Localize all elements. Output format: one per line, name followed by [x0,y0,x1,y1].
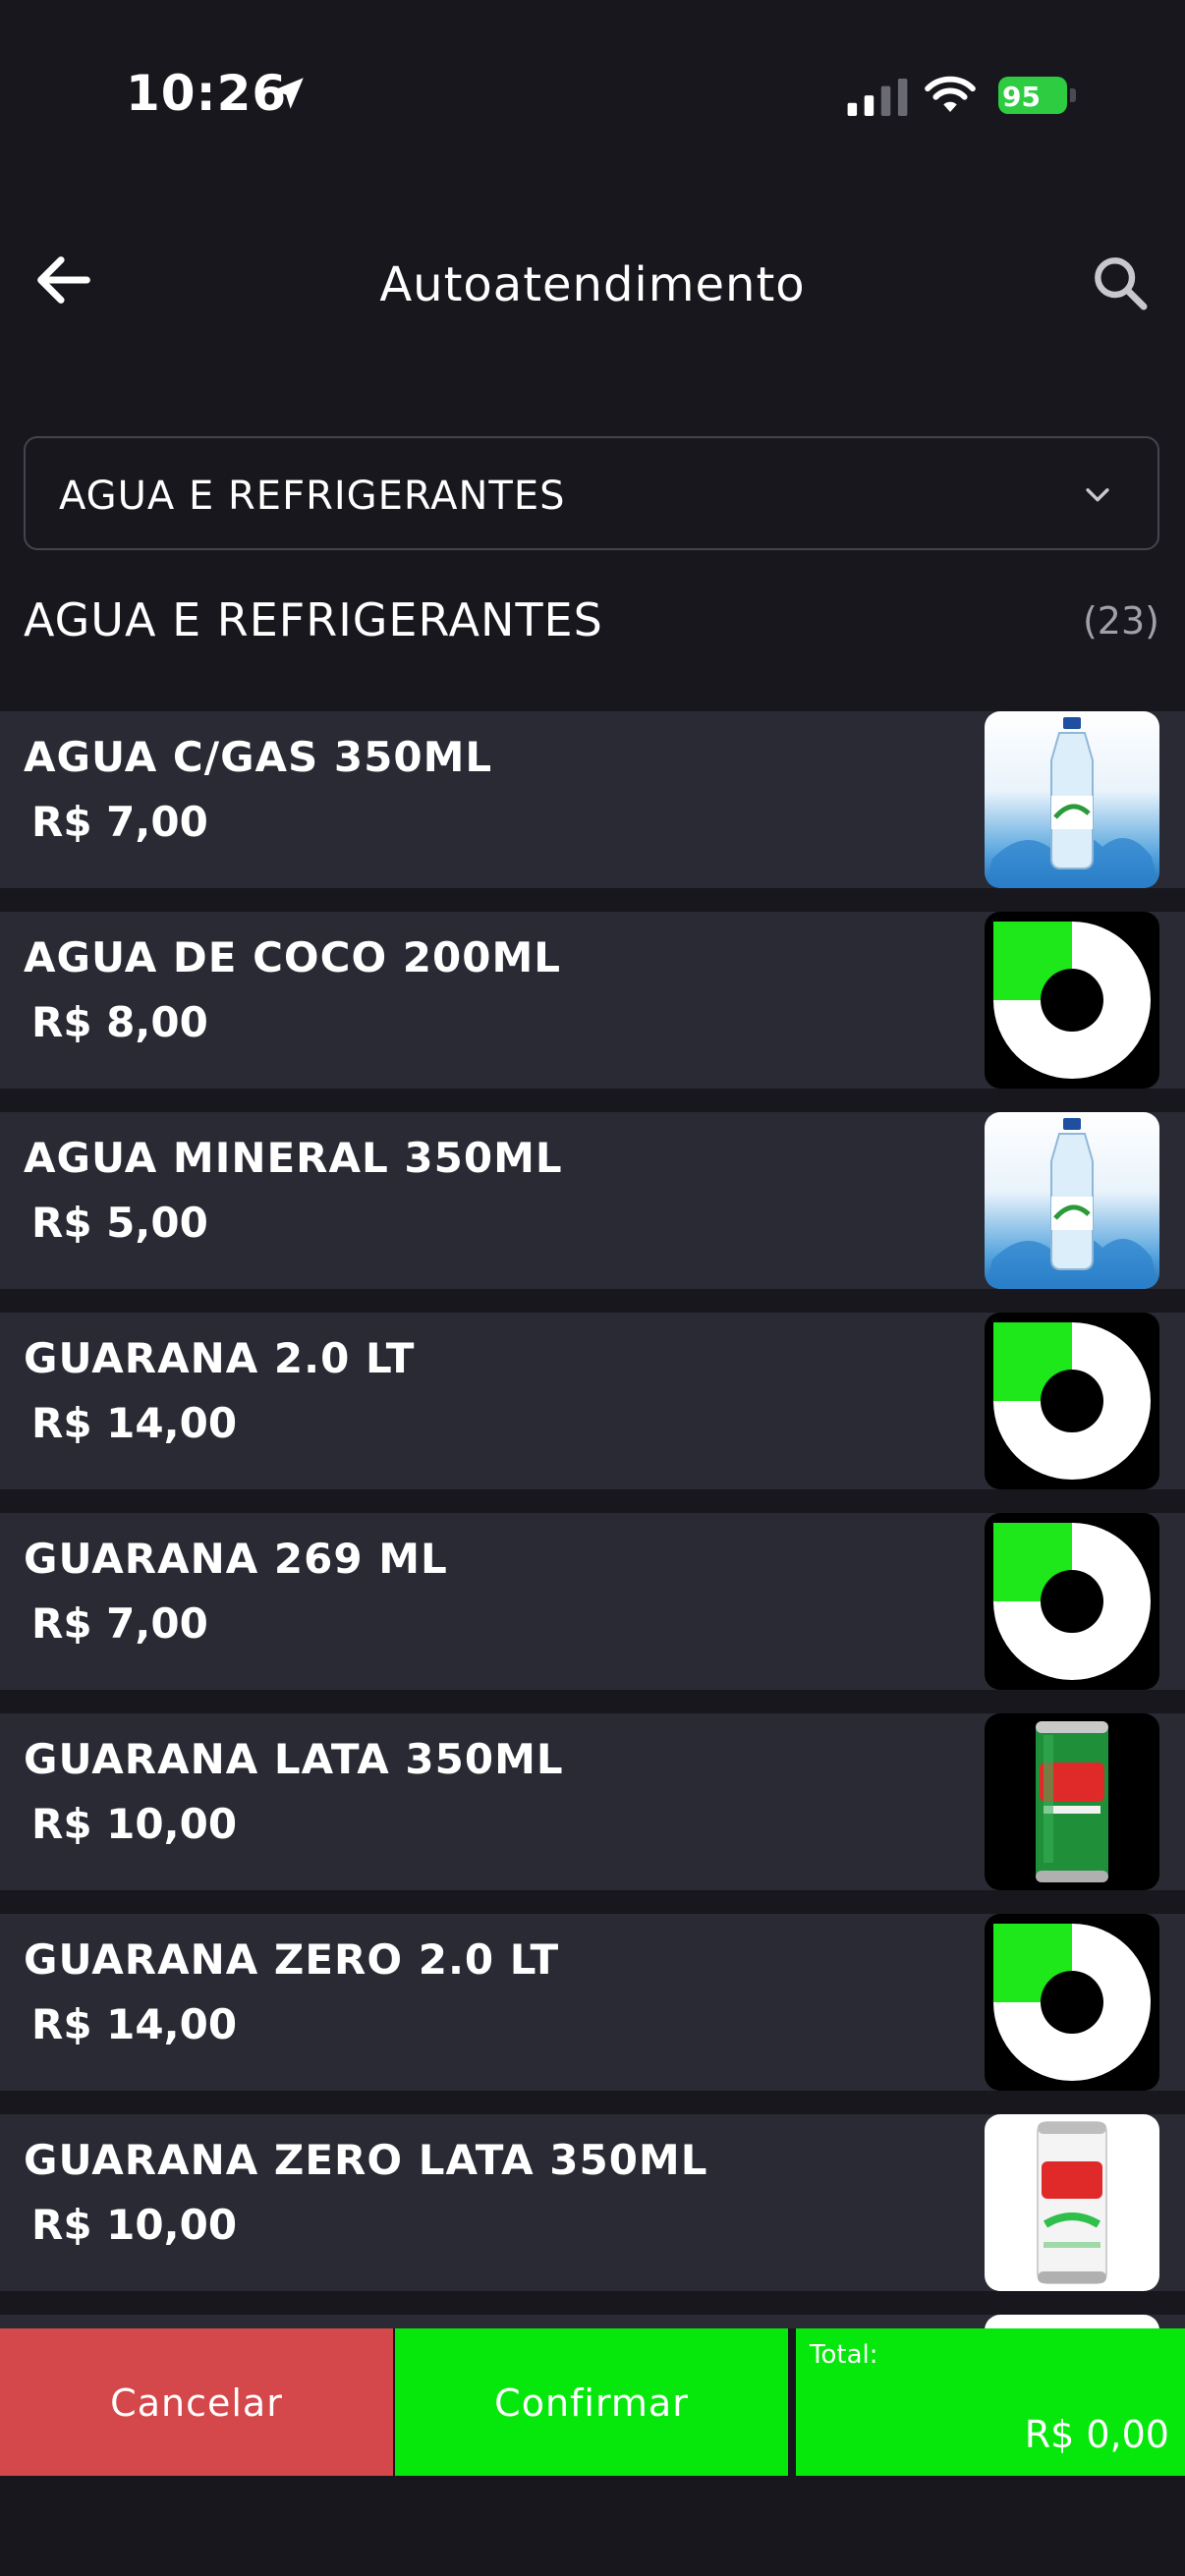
confirm-button[interactable]: Confirmar [395,2328,788,2476]
product-name: GUARANA 269 ML [24,1535,448,1583]
cancel-button[interactable]: Cancelar [0,2328,393,2476]
wifi-icon [925,76,976,112]
status-time: 10:26 [126,65,288,122]
section-count: (23) [1082,599,1159,643]
product-name: AGUA C/GAS 350ML [24,733,493,781]
product-item[interactable]: AGUA MINERAL 350ML R$ 5,00 [0,1112,1185,1289]
product-name: GUARANA 2.0 LT [24,1334,416,1382]
app-header: Autoatendimento [0,216,1185,364]
battery-level: 95 [1002,81,1041,113]
product-item[interactable]: GUARANA LATA 350ML R$ 10,00 [0,1713,1185,1890]
category-dropdown-value: AGUA E REFRIGERANTES [59,474,566,519]
product-item[interactable]: GUARANA ZERO 2.0 LT R$ 14,00 [0,1914,1185,2091]
action-footer: Cancelar Confirmar Total: R$ 0,00 [0,2328,1185,2476]
product-list[interactable]: AGUA C/GAS 350ML R$ 7,00 AGUA DE COCO 20… [0,711,1185,2328]
product-name: GUARANA ZERO 2.0 LT [24,1935,560,1984]
total-label: Total: [810,2340,878,2370]
product-image [985,2315,1159,2328]
battery-icon: 95 [998,77,1077,116]
product-price: R$ 7,00 [31,798,208,846]
section-title: AGUA E REFRIGERANTES [24,593,603,646]
total-value: R$ 0,00 [1024,2413,1169,2456]
product-name: AGUA MINERAL 350ML [24,1134,563,1182]
product-price: R$ 8,00 [31,998,208,1046]
placeholder-logo-image [985,1313,1159,1489]
product-item-partial[interactable] [0,2315,1185,2328]
product-name: AGUA DE COCO 200ML [24,933,561,981]
green-can-image [985,1713,1159,1890]
product-item[interactable]: AGUA C/GAS 350ML R$ 7,00 [0,711,1185,888]
placeholder-logo-image [985,1513,1159,1690]
product-price: R$ 5,00 [31,1199,208,1247]
cancel-label: Cancelar [110,2381,283,2425]
product-item[interactable]: GUARANA ZERO LATA 350ML R$ 10,00 [0,2114,1185,2291]
product-item[interactable]: GUARANA 2.0 LT R$ 14,00 [0,1313,1185,1489]
placeholder-logo-image [985,912,1159,1089]
cellular-signal-icon [847,79,908,116]
chevron-down-icon [1086,488,1109,502]
status-bar: 10:26 95 [0,0,1185,187]
category-dropdown[interactable]: AGUA E REFRIGERANTES [24,436,1159,550]
product-price: R$ 14,00 [31,2000,238,2048]
water-bottle-image [985,1112,1159,1289]
white-can-image [985,2114,1159,2291]
placeholder-logo-image [985,1914,1159,2091]
product-price: R$ 14,00 [31,1399,238,1447]
location-arrow-icon [272,78,304,109]
water-bottle-image [985,711,1159,888]
product-item[interactable]: AGUA DE COCO 200ML R$ 8,00 [0,912,1185,1089]
product-price: R$ 10,00 [31,2201,238,2249]
product-name: GUARANA LATA 350ML [24,1735,564,1783]
product-price: R$ 7,00 [31,1599,208,1648]
product-name: GUARANA ZERO LATA 350ML [24,2136,708,2184]
page-title: Autoatendimento [379,257,806,312]
search-icon[interactable] [1089,252,1152,314]
total-panel: Total: R$ 0,00 [796,2328,1185,2476]
confirm-label: Confirmar [494,2381,689,2425]
product-price: R$ 10,00 [31,1800,238,1848]
product-item[interactable]: GUARANA 269 ML R$ 7,00 [0,1513,1185,1690]
